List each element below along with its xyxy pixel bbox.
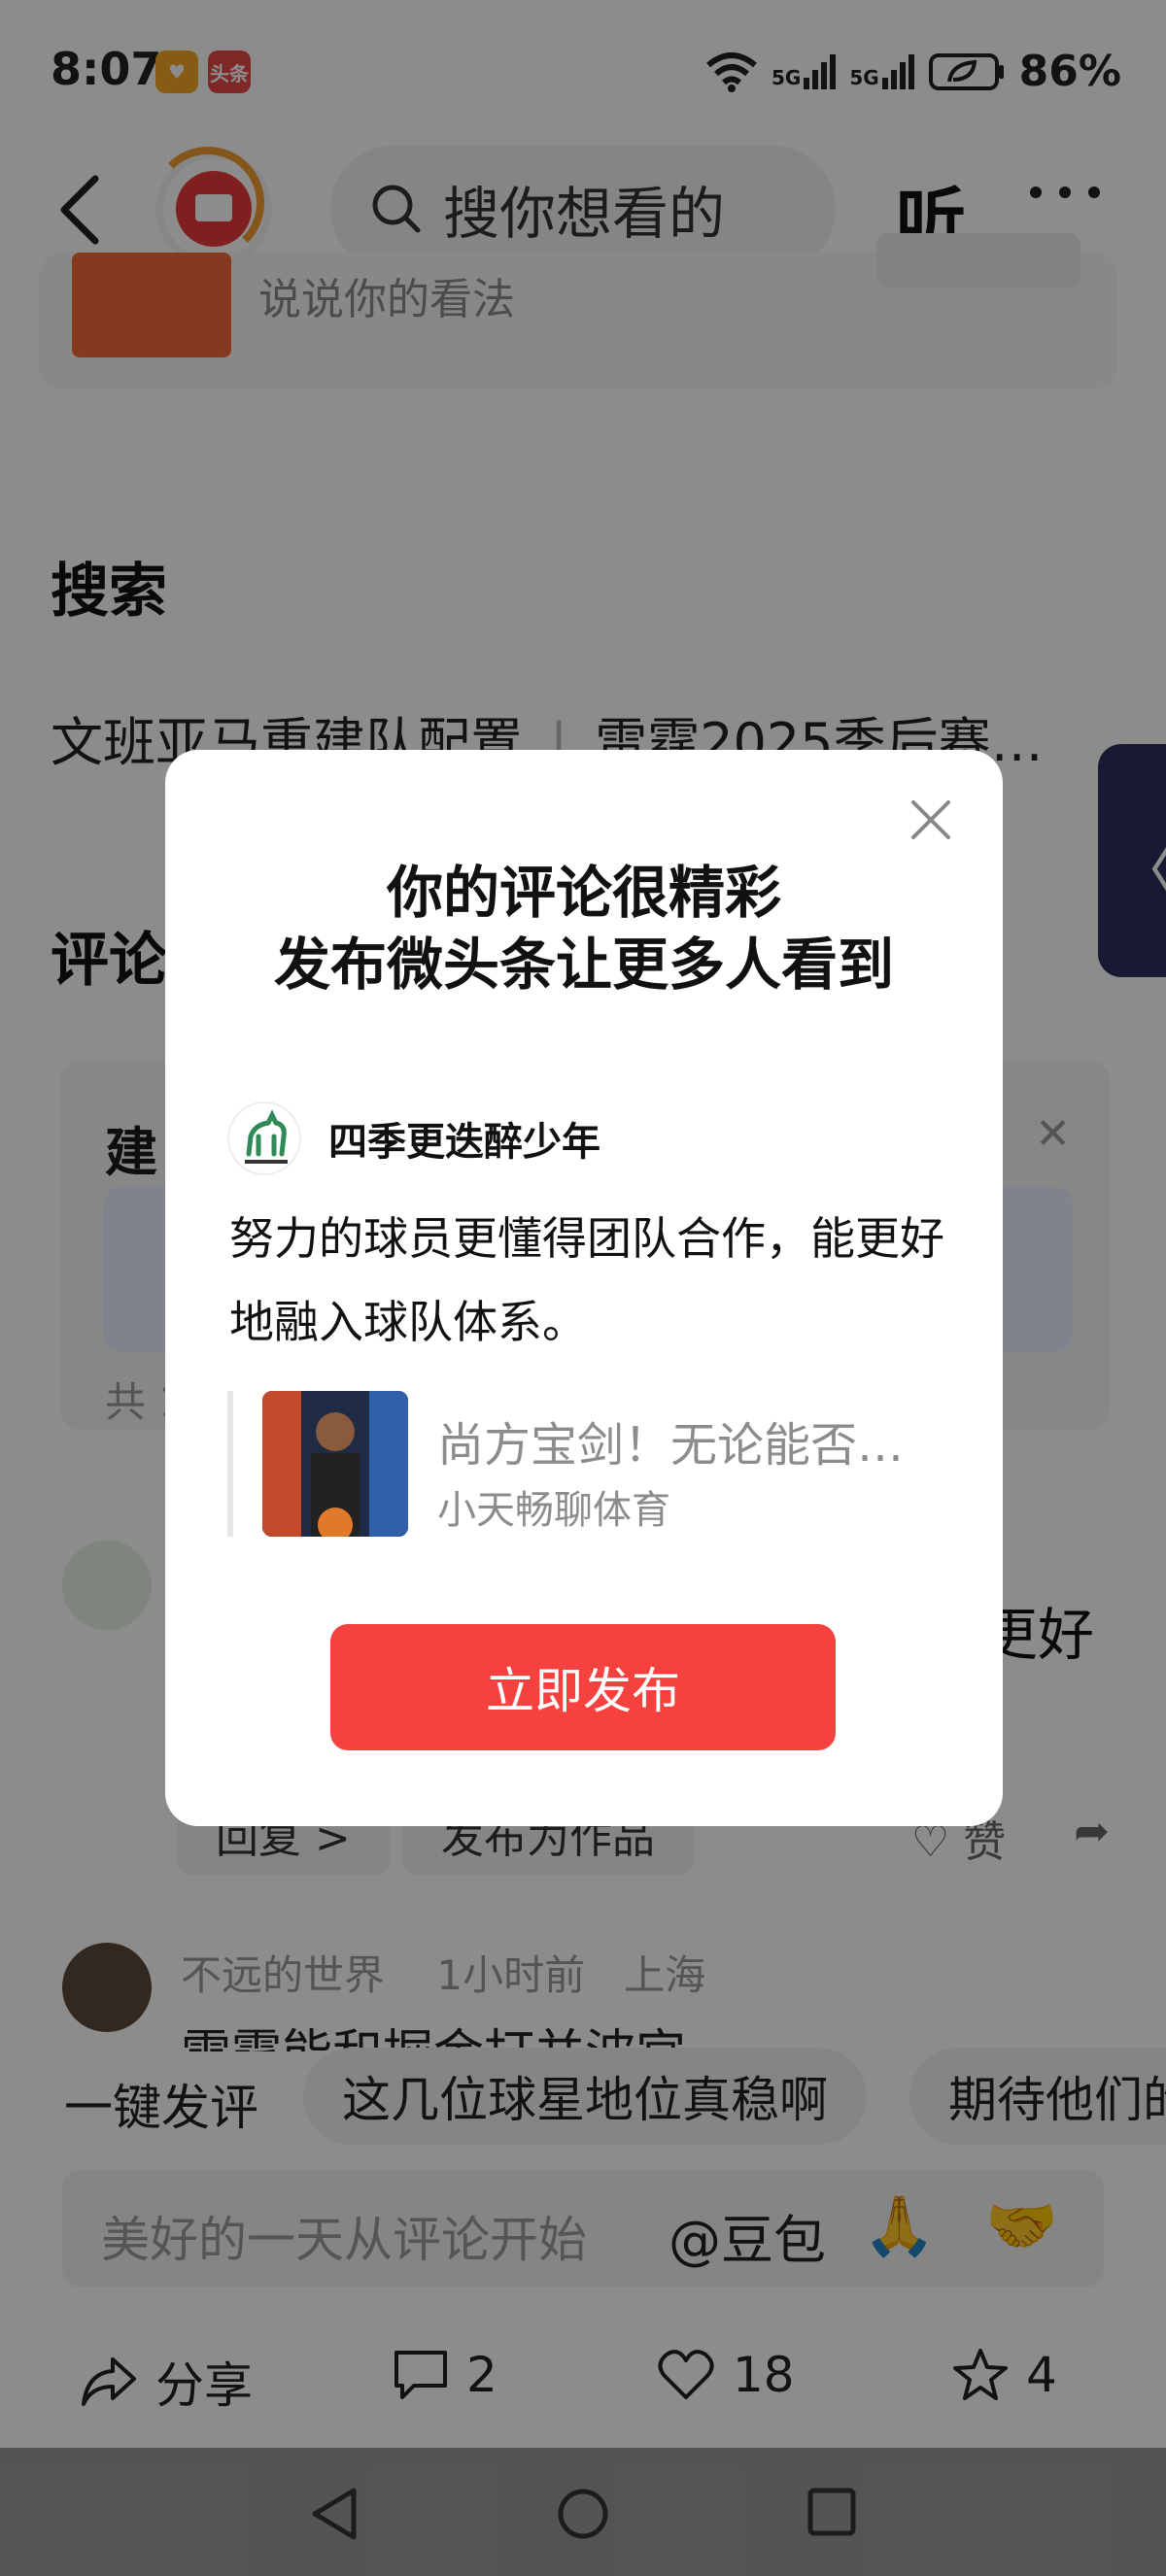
publish-dialog: 你的评论很精彩 发布微头条让更多人看到 四季更迭醉少年 努力的球员更懂得团队合作… [165,750,1003,1826]
quoted-article-source: 小天畅聊体育 [437,1488,670,1533]
author-row: 四季更迭醉少年 [227,1100,600,1177]
close-icon[interactable] [909,798,952,841]
dialog-title-line: 发布微头条让更多人看到 [273,932,894,998]
author-avatar [227,1102,301,1175]
dialog-title: 你的评论很精彩 发布微头条让更多人看到 [165,857,1003,1000]
quoted-article-title: 尚方宝剑！无论能否… [437,1418,905,1473]
author-name: 四季更迭醉少年 [328,1120,600,1165]
publish-now-button[interactable]: 立即发布 [330,1624,836,1750]
quoted-article[interactable]: 尚方宝剑！无论能否… 小天畅聊体育 [227,1391,946,1537]
status-overlay [0,0,1166,126]
dialog-title-line: 你的评论很精彩 [386,860,781,926]
horse-logo-icon [245,1109,288,1164]
article-thumbnail [262,1391,408,1537]
comment-body: 努力的球员更懂得团队合作，能更好地融入球队体系。 [229,1212,944,1348]
